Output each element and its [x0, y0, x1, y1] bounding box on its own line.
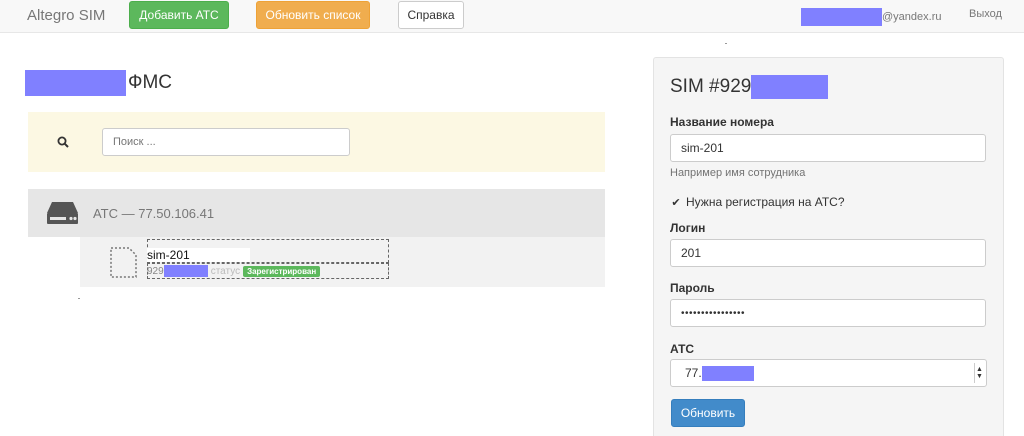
name-field[interactable]: sim-201 [670, 134, 986, 162]
password-field[interactable]: •••••••••••••••• [670, 299, 986, 327]
sim-name: sim-201 [147, 248, 250, 262]
login-label: Логин [670, 221, 706, 235]
checkmark-icon[interactable]: ✔ [670, 196, 682, 209]
sim-details: 929 статус Зарегистрирован [147, 265, 321, 277]
logout-link[interactable]: Выход [969, 8, 1002, 20]
redacted-username [801, 8, 882, 26]
registration-checkbox-row[interactable]: ✔ Нужна регистрация на АТС? [670, 195, 845, 209]
pbx-title: АТС — 77.50.106.41 [93, 206, 215, 221]
search-icon [57, 136, 69, 148]
user-email-suffix: @yandex.ru [882, 11, 942, 23]
redacted-title-prefix [25, 70, 126, 96]
login-field[interactable]: 201 [670, 239, 986, 267]
redacted-sim-number [163, 265, 208, 277]
status-badge: Зарегистрирован [243, 265, 321, 277]
registration-label: Нужна регистрация на АТС? [686, 195, 845, 209]
divider-dot [78, 298, 80, 299]
add-pbx-button[interactable]: Добавить АТС [129, 1, 229, 29]
select-arrow-icon[interactable]: ▲ ▼ [974, 363, 984, 383]
name-help-text: Например имя сотрудника [670, 167, 806, 179]
brand-link[interactable]: Altegro SIM [27, 7, 105, 24]
user-account-link[interactable]: @yandex.ru [801, 8, 941, 26]
sim-file-icon [110, 247, 137, 278]
refresh-list-button[interactable]: Обновить список [256, 1, 370, 29]
sim-number-prefix: 929 [147, 265, 164, 277]
update-button[interactable]: Обновить [671, 399, 745, 427]
page-title-suffix: ФМС [128, 72, 172, 93]
help-button[interactable]: Справка [398, 1, 464, 29]
name-field-value: sim-201 [681, 141, 724, 155]
panel-title: SIM #929 [670, 75, 829, 99]
login-field-value: 201 [681, 246, 702, 260]
pbx-select-value-prefix: 77. [685, 366, 702, 380]
password-field-value: •••••••••••••••• [681, 307, 746, 319]
redacted-pbx-address [701, 365, 754, 381]
panel-title-prefix: SIM #929 [670, 76, 752, 97]
sim-status-label: статус [210, 265, 241, 277]
pbx-select[interactable]: 77. ▲ ▼ [670, 359, 987, 387]
divider-dot [725, 43, 727, 44]
page-title: ФМС [25, 70, 172, 96]
search-input[interactable] [102, 128, 350, 156]
name-label: Название номера [670, 115, 774, 129]
top-navbar: Altegro SIM Добавить АТС Обновить список… [0, 0, 1024, 33]
server-icon [47, 202, 78, 224]
redacted-sim-id [751, 75, 829, 99]
password-label: Пароль [670, 281, 715, 295]
pbx-select-label: АТС [670, 342, 695, 356]
